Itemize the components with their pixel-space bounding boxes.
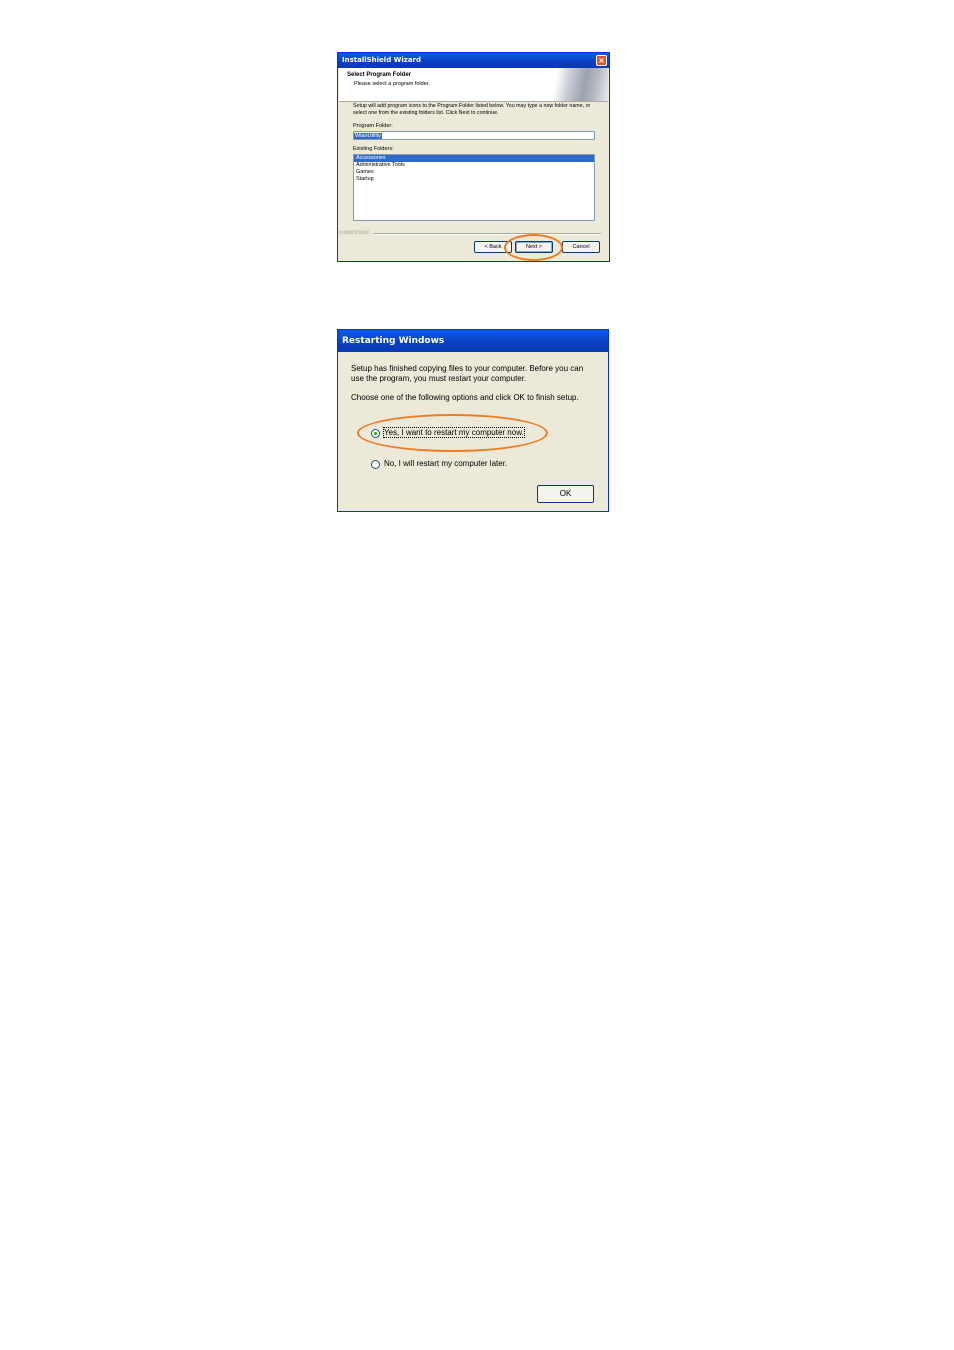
list-item[interactable]: Accessories — [354, 155, 594, 162]
cancel-button[interactable]: Cancel — [562, 241, 600, 253]
restart-title: Restarting Windows — [342, 336, 445, 346]
wizard-header: Select Program Folder Please select a pr… — [339, 68, 608, 102]
restart-message: Setup has finished copying files to your… — [351, 364, 584, 383]
existing-folders-list[interactable]: Accessories Administrative Tools Games S… — [353, 154, 595, 221]
list-item[interactable]: Administrative Tools — [354, 162, 594, 169]
restart-now-highlight-ring — [357, 414, 548, 452]
divider — [374, 233, 601, 235]
program-folder-value: WlanUtility — [354, 133, 382, 139]
close-icon[interactable]: × — [596, 55, 607, 66]
program-folder-label: Program Folder: — [353, 123, 393, 129]
wizard-description: Setup will add program icons to the Prog… — [353, 103, 591, 116]
installshield-wizard-dialog: InstallShield Wizard × Select Program Fo… — [337, 52, 610, 262]
list-item[interactable]: Startup — [354, 176, 594, 183]
existing-folders-label: Existing Folders: — [353, 146, 394, 152]
restart-instruction: Choose one of the following options and … — [351, 393, 579, 402]
wizard-title: InstallShield Wizard — [342, 56, 422, 64]
header-title: Select Program Folder — [347, 72, 412, 78]
program-folder-input[interactable]: WlanUtility — [353, 131, 595, 140]
restart-later-label[interactable]: No, I will restart my computer later. — [384, 459, 507, 468]
restart-later-radio[interactable] — [371, 460, 380, 469]
restart-title-bar[interactable]: Restarting Windows — [338, 330, 608, 352]
installshield-brand: InstallShield — [339, 230, 369, 236]
ok-button[interactable]: OK — [537, 485, 594, 503]
wizard-title-bar[interactable]: InstallShield Wizard × — [338, 53, 609, 68]
header-banner-image — [548, 68, 608, 101]
list-item[interactable]: Games — [354, 169, 594, 176]
restarting-windows-dialog: Restarting Windows Setup has finished co… — [337, 329, 609, 512]
header-subtitle: Please select a program folder. — [354, 81, 430, 87]
next-highlight-ring — [504, 234, 563, 261]
